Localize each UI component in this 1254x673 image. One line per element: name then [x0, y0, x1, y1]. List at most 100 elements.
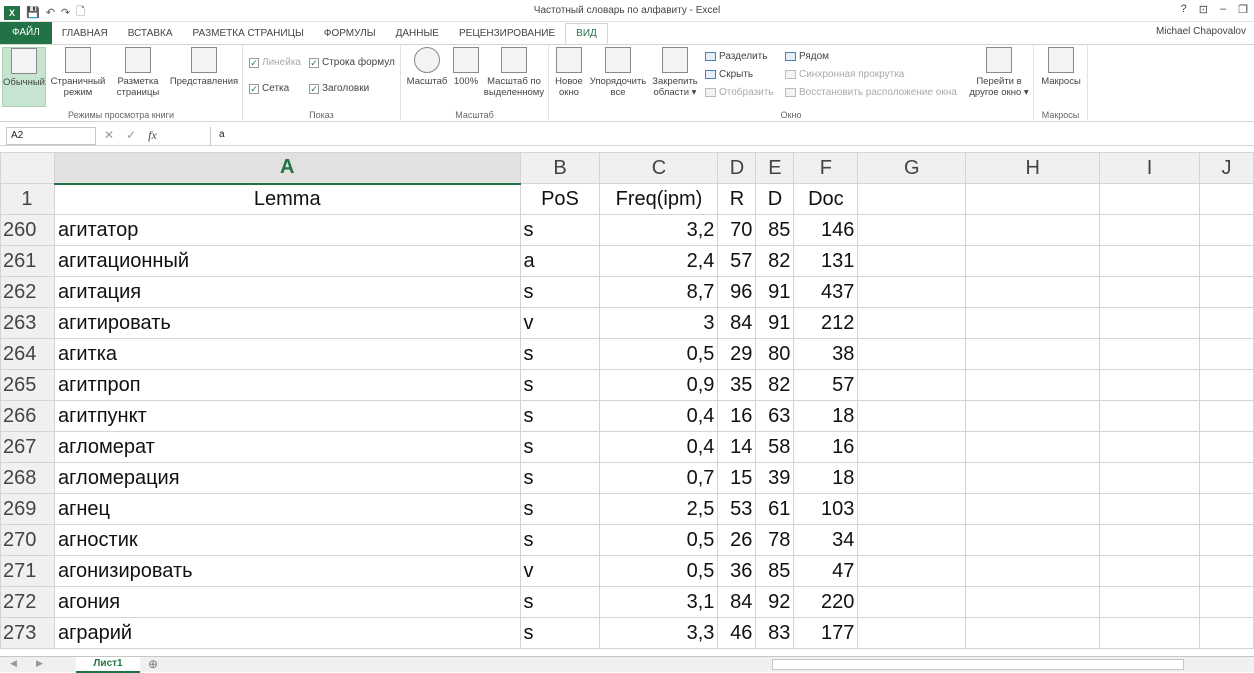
cell-freq[interactable]: 0,4 [599, 400, 719, 432]
insert-function-icon[interactable]: fx [148, 128, 157, 143]
tab-page-layout[interactable]: РАЗМЕТКА СТРАНИЦЫ [183, 24, 314, 44]
page-break-view-button[interactable]: Страничный режим [48, 47, 108, 98]
cell-lemma[interactable]: агломерат [53, 431, 521, 463]
formula-input[interactable]: a [210, 127, 1254, 145]
cell-lemma[interactable]: агитка [53, 338, 521, 370]
cell-header-doc[interactable]: Doc [793, 183, 859, 215]
cell-r[interactable]: 29 [717, 338, 757, 370]
cell-d[interactable]: 85 [755, 555, 795, 587]
cell-empty[interactable] [1198, 307, 1254, 339]
normal-view-button[interactable]: Обычный [2, 47, 46, 107]
cell-empty[interactable] [857, 524, 967, 556]
cell-lemma[interactable]: агломерация [53, 462, 521, 494]
tab-file[interactable]: ФАЙЛ [0, 22, 52, 44]
split-button[interactable]: Разделить [705, 51, 767, 62]
cell-empty[interactable] [965, 400, 1101, 432]
cell-empty[interactable] [965, 276, 1101, 308]
cell-d[interactable]: 82 [755, 245, 795, 277]
formula-bar-checkbox[interactable]: ✓ Строка формул [309, 57, 395, 68]
cell-d[interactable]: 61 [755, 493, 795, 525]
cell-empty[interactable] [1198, 586, 1254, 618]
row-header[interactable]: 262 [0, 276, 55, 308]
hide-button[interactable]: Скрыть [705, 69, 753, 80]
cell-lemma[interactable]: агнец [53, 493, 521, 525]
cell-doc[interactable]: 18 [793, 462, 859, 494]
column-header-h[interactable]: H [965, 152, 1101, 184]
column-header-i[interactable]: I [1099, 152, 1200, 184]
column-header-a[interactable]: A [53, 152, 521, 185]
cell-d[interactable]: 91 [755, 307, 795, 339]
cell-r[interactable]: 36 [717, 555, 757, 587]
select-all-corner[interactable] [0, 152, 55, 184]
cell-empty[interactable] [1198, 617, 1254, 649]
cell-empty[interactable] [1099, 586, 1200, 618]
row-header[interactable]: 269 [0, 493, 55, 525]
cell-empty[interactable] [857, 369, 967, 401]
cell-empty[interactable] [857, 462, 967, 494]
cell-empty[interactable] [1198, 369, 1254, 401]
cell-empty[interactable] [1198, 400, 1254, 432]
grid-checkbox[interactable]: ✓ Сетка [249, 83, 289, 94]
cell-pos[interactable]: s [519, 586, 601, 618]
cell-pos[interactable]: s [519, 524, 601, 556]
cell-lemma[interactable]: агитпроп [53, 369, 521, 401]
sync-scroll-button[interactable]: Синхронная прокрутка [785, 69, 904, 80]
column-header-g[interactable]: G [857, 152, 967, 184]
next-sheet-icon[interactable]: ▶ [36, 658, 43, 669]
tab-review[interactable]: РЕЦЕНЗИРОВАНИЕ [449, 24, 565, 44]
cell-empty[interactable] [1099, 431, 1200, 463]
cell-lemma[interactable]: агитация [53, 276, 521, 308]
cell-d[interactable]: 80 [755, 338, 795, 370]
cell-empty[interactable] [857, 245, 967, 277]
cell-freq[interactable]: 3,2 [599, 214, 719, 246]
row-header[interactable]: 268 [0, 462, 55, 494]
prev-sheet-icon[interactable]: ◀ [10, 658, 17, 669]
cell-d[interactable]: 83 [755, 617, 795, 649]
side-by-side-button[interactable]: Рядом [785, 51, 829, 62]
cell-r[interactable]: 26 [717, 524, 757, 556]
cell-header-freq[interactable]: Freq(ipm) [599, 183, 719, 215]
cell-empty[interactable] [965, 245, 1101, 277]
cell-freq[interactable]: 0,7 [599, 462, 719, 494]
cell-doc[interactable]: 437 [793, 276, 859, 308]
minimize-button[interactable]: – [1220, 3, 1226, 16]
arrange-all-button[interactable]: Упорядочить все [587, 47, 649, 98]
cell-freq[interactable]: 3 [599, 307, 719, 339]
cell-lemma[interactable]: агонизировать [53, 555, 521, 587]
cell-empty[interactable] [857, 493, 967, 525]
cell-empty[interactable] [1099, 183, 1200, 215]
cell-empty[interactable] [857, 276, 967, 308]
cell-freq[interactable]: 0,4 [599, 431, 719, 463]
cell-empty[interactable] [857, 183, 967, 215]
cell-d[interactable]: 58 [755, 431, 795, 463]
ruler-checkbox[interactable]: ✓ Линейка [249, 57, 301, 68]
cell-d[interactable]: 85 [755, 214, 795, 246]
cell-empty[interactable] [1198, 431, 1254, 463]
row-header[interactable]: 271 [0, 555, 55, 587]
cell-empty[interactable] [965, 183, 1101, 215]
row-header[interactable]: 260 [0, 214, 55, 246]
tab-insert[interactable]: ВСТАВКА [118, 24, 183, 44]
cell-pos[interactable]: s [519, 617, 601, 649]
cell-empty[interactable] [965, 617, 1101, 649]
cell-doc[interactable]: 103 [793, 493, 859, 525]
row-header[interactable]: 273 [0, 617, 55, 649]
cell-empty[interactable] [965, 586, 1101, 618]
cell-empty[interactable] [965, 462, 1101, 494]
cell-pos[interactable]: s [519, 369, 601, 401]
restore-button[interactable]: ❐ [1238, 3, 1248, 16]
cell-r[interactable]: 84 [717, 586, 757, 618]
page-layout-view-button[interactable]: Разметка страницы [110, 47, 166, 98]
cell-r[interactable]: 46 [717, 617, 757, 649]
cell-empty[interactable] [1099, 307, 1200, 339]
cell-header-d[interactable]: D [755, 183, 795, 215]
row-header[interactable]: 266 [0, 400, 55, 432]
cell-empty[interactable] [857, 400, 967, 432]
cell-empty[interactable] [857, 307, 967, 339]
switch-windows-button[interactable]: Перейти в другое окно ▾ [967, 47, 1031, 98]
cell-empty[interactable] [965, 307, 1101, 339]
cell-doc[interactable]: 16 [793, 431, 859, 463]
cell-freq[interactable]: 2,5 [599, 493, 719, 525]
new-window-button[interactable]: Новое окно [551, 47, 587, 98]
cell-lemma[interactable]: аграрий [53, 617, 521, 649]
